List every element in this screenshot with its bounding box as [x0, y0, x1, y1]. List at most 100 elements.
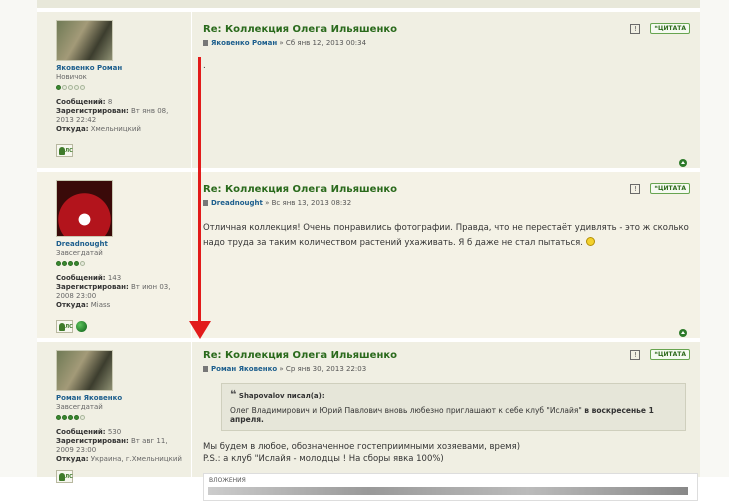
- registered-label: Зарегистрирован:: [56, 107, 129, 115]
- username[interactable]: Яковенко Роман: [56, 64, 196, 72]
- quote-button[interactable]: ❝ЦИТАТА: [650, 23, 690, 34]
- quote-mark-icon: ❝: [230, 388, 237, 401]
- post-text: Отличная коллекция! Очень понравились фо…: [203, 221, 698, 251]
- annotation-arrow-line: [198, 57, 201, 332]
- registered-label: Зарегистрирован:: [56, 283, 129, 291]
- post-info: Роман Яковенко » Ср янв 30, 2013 22:03: [203, 365, 698, 373]
- quote-button[interactable]: ❝ЦИТАТА: [650, 183, 690, 194]
- location-label: Откуда:: [56, 301, 89, 309]
- star-filled: [56, 415, 61, 420]
- user-stats: Сообщений: 143 Зарегистрирован: Вт июн 0…: [56, 274, 196, 310]
- contact-row: ЛС: [56, 144, 196, 157]
- posts-count-label: Сообщений:: [56, 98, 106, 106]
- avatar[interactable]: [56, 350, 113, 391]
- right-frame: [700, 0, 729, 477]
- star-filled: [56, 85, 61, 90]
- quote-block: ❝ Shapovalov писал(а): Олег Владимирович…: [221, 383, 686, 431]
- username[interactable]: Роман Яковенко: [56, 394, 196, 402]
- post-content: Re: Коллекция Олега Ильяшенко Яковенко Р…: [203, 12, 698, 74]
- posts-count-label: Сообщений:: [56, 274, 106, 282]
- pm-label: ЛС: [65, 148, 73, 154]
- report-icon[interactable]: !: [630, 183, 641, 194]
- rank-stars: [56, 413, 196, 420]
- post-text-body: Отличная коллекция! Очень понравились фо…: [203, 223, 689, 248]
- pm-button[interactable]: ЛС: [56, 144, 73, 157]
- rank-stars: [56, 259, 196, 266]
- location-value: Miass: [90, 301, 111, 309]
- quote-body: Олег Владимирович и Юрий Павлович вновь …: [230, 406, 675, 424]
- quote-author: Shapovalov писал(а):: [238, 392, 325, 400]
- column-divider: [191, 12, 192, 172]
- attachments-label: ВЛОЖЕНИЯ: [209, 477, 246, 484]
- post-date: » Вс янв 13, 2013 08:32: [265, 199, 352, 207]
- previous-post-bottom: [37, 0, 700, 8]
- quote-label: ЦИТАТА: [657, 185, 686, 192]
- column-divider: [191, 342, 192, 481]
- pm-button[interactable]: ЛС: [56, 320, 73, 333]
- back-to-top-icon[interactable]: [679, 159, 687, 167]
- annotation-arrow-head: [189, 321, 211, 339]
- post-text-line: P.S.: а клуб "Ислайя - молодцы ! На сбор…: [203, 454, 444, 464]
- location-value: Украина, г.Хмельницкий: [90, 455, 182, 463]
- post-actions: ! ❝ЦИТАТА: [630, 183, 690, 194]
- posts-count-label: Сообщений:: [56, 428, 106, 436]
- post-author[interactable]: Dreadnought: [211, 199, 263, 207]
- user-stats: Сообщений: 8 Зарегистрирован: Вт янв 08,…: [56, 98, 196, 134]
- post-icon[interactable]: [203, 40, 208, 46]
- post-profile: Dreadnought Завсегдатай Сообщений: 143 З…: [56, 172, 196, 334]
- quote-label: ЦИТАТА: [657, 351, 686, 358]
- avatar[interactable]: [56, 20, 113, 61]
- post-author[interactable]: Роман Яковенко: [211, 365, 277, 373]
- post-icon[interactable]: [203, 200, 208, 206]
- username[interactable]: Dreadnought: [56, 240, 196, 248]
- quote-header: ❝ Shapovalov писал(а):: [230, 388, 675, 401]
- post-actions: ! ❝ЦИТАТА: [630, 349, 690, 360]
- smiley-icon: [585, 237, 595, 246]
- post-1: Яковенко Роман Новичок Сообщений: 8 Заре…: [37, 8, 700, 172]
- contact-row: ЛС: [56, 320, 196, 334]
- report-icon[interactable]: !: [630, 23, 641, 34]
- post-info: Dreadnought » Вс янв 13, 2013 08:32: [203, 199, 698, 207]
- attachment-image[interactable]: [208, 487, 688, 495]
- website-globe-icon[interactable]: [76, 321, 87, 332]
- avatar[interactable]: [56, 180, 113, 237]
- post-text: Мы будем в любое, обозначенное гостеприи…: [203, 441, 698, 465]
- user-rank: Завсегдатай: [56, 249, 103, 257]
- post-date: » Ср янв 30, 2013 22:03: [279, 365, 367, 373]
- post-actions: ! ❝ЦИТАТА: [630, 23, 690, 34]
- star-empty: [80, 261, 85, 266]
- location-value: Хмельницкий: [90, 125, 141, 133]
- quote-button[interactable]: ❝ЦИТАТА: [650, 349, 690, 360]
- star-filled: [56, 261, 61, 266]
- location-label: Откуда:: [56, 125, 89, 133]
- post-content: Re: Коллекция Олега Ильяшенко Роман Яков…: [203, 342, 698, 501]
- user-rank: Новичок: [56, 73, 87, 81]
- post-text: .: [203, 61, 206, 71]
- star-filled: [62, 261, 67, 266]
- post-2: Dreadnought Завсегдатай Сообщений: 143 З…: [37, 168, 700, 342]
- post-author[interactable]: Яковенко Роман: [211, 39, 277, 47]
- star-filled: [74, 261, 79, 266]
- post-title[interactable]: Re: Коллекция Олега Ильяшенко: [203, 24, 698, 35]
- quote-label: ЦИТАТА: [657, 25, 686, 32]
- post-text-line: Мы будем в любое, обозначенное гостеприи…: [203, 442, 521, 452]
- pm-label: ЛС: [65, 474, 73, 480]
- posts-count-value: 530: [107, 428, 122, 436]
- star-empty: [74, 85, 79, 90]
- user-rank: Завсегдатай: [56, 403, 103, 411]
- post-title[interactable]: Re: Коллекция Олега Ильяшенко: [203, 184, 698, 195]
- posts-count-value: 8: [107, 98, 113, 106]
- star-empty: [80, 415, 85, 420]
- report-icon[interactable]: !: [630, 349, 641, 360]
- post-content: Re: Коллекция Олега Ильяшенко Dreadnough…: [203, 172, 698, 251]
- post-icon[interactable]: [203, 366, 208, 372]
- user-stats: Сообщений: 530 Зарегистрирован: Вт авг 1…: [56, 428, 196, 464]
- post-profile: Роман Яковенко Завсегдатай Сообщений: 53…: [56, 342, 196, 483]
- star-filled: [62, 415, 67, 420]
- star-empty: [68, 85, 73, 90]
- post-title[interactable]: Re: Коллекция Олега Ильяшенко: [203, 350, 698, 361]
- back-to-top-icon[interactable]: [679, 329, 687, 337]
- star-filled: [68, 415, 73, 420]
- pm-label: ЛС: [65, 324, 73, 330]
- location-label: Откуда:: [56, 455, 89, 463]
